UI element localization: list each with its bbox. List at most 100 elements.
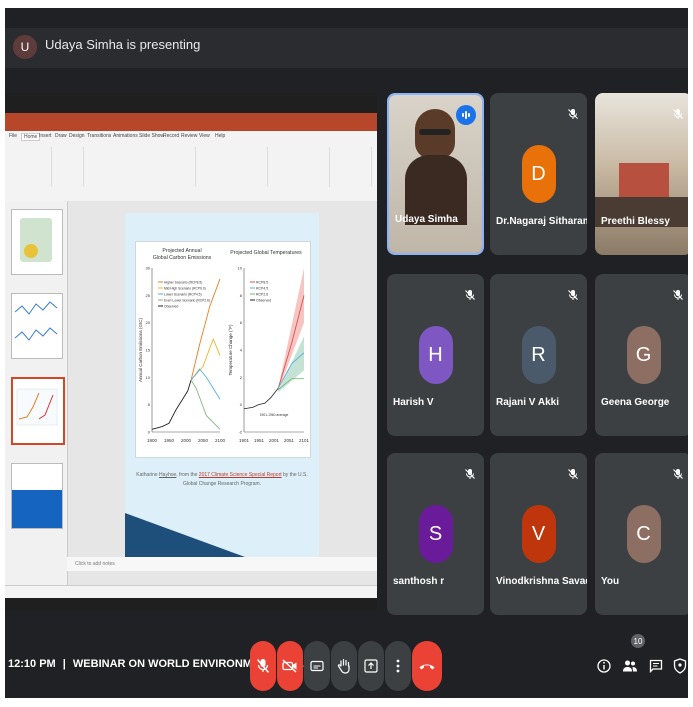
ribbon-group — [197, 147, 268, 187]
ribbon-group — [53, 147, 84, 187]
present-button[interactable] — [358, 641, 384, 691]
legend-label: RCP4.5 — [256, 287, 268, 291]
tick-label: -2 — [238, 430, 242, 435]
ribbon-tab: Help — [215, 133, 226, 139]
legend-label: Mid-High Scenario (RCP6.0) — [164, 287, 206, 291]
series-observed — [151, 379, 192, 430]
tick-label: 1901 — [239, 438, 250, 443]
chat-icon — [649, 659, 663, 673]
mic-off-icon — [256, 659, 270, 673]
participant-name: Vinodkrishna Savadi — [496, 576, 587, 587]
participant-tile[interactable]: Ssanthosh r — [387, 453, 484, 615]
tick-label: 6 — [240, 320, 243, 325]
tick-label: 2050 — [198, 438, 209, 443]
legend-label: Observed — [164, 305, 178, 309]
ribbon-tab: View — [199, 133, 210, 139]
slide-decoration — [125, 513, 245, 557]
participant-name: Udaya Simha — [395, 214, 458, 225]
participant-tile[interactable]: R Rajani V Akki — [490, 274, 587, 436]
series-line — [190, 368, 221, 400]
ribbon-group — [331, 147, 372, 187]
ribbon-tab: Animations — [113, 133, 138, 139]
tick-label: 1950 — [164, 438, 175, 443]
slide-thumbnail — [11, 209, 63, 275]
people-button[interactable] — [621, 656, 639, 676]
mic-off-icon — [672, 467, 684, 479]
camera-button[interactable] — [277, 641, 303, 691]
camera-off-icon — [282, 659, 297, 673]
participant-name: Preethi Blessy — [601, 216, 670, 227]
powerpoint-ribbon: File Home Insert Draw Design Transitions… — [5, 131, 377, 202]
mic-off-icon — [464, 467, 476, 479]
series-line — [190, 379, 221, 430]
raise-hand-button[interactable] — [331, 641, 357, 691]
info-icon — [597, 659, 611, 673]
tick-label: 8 — [240, 293, 243, 298]
mic-off-icon — [672, 288, 684, 300]
participant-name: santhosh r — [393, 576, 445, 587]
participant-avatar: D — [521, 145, 556, 203]
notes-field[interactable]: Click to add notes — [67, 557, 377, 571]
closed-captions-icon — [310, 660, 324, 672]
axis-label: Annual Carbon Emissions (GtC) — [138, 317, 143, 382]
participant-tile[interactable]: G Geena George — [595, 274, 688, 436]
legend-label: Even Lower Scenario (RCP2.6) — [164, 299, 210, 303]
tick-label: 2101 — [299, 438, 310, 443]
tick-label: 10 — [238, 266, 243, 271]
tick-label: 2 — [240, 375, 243, 380]
ribbon-tab-active: Home — [21, 133, 41, 141]
legend-label: Higher Scenario (RCP8.5) — [164, 281, 202, 285]
participant-avatar: V — [521, 505, 556, 563]
powerpoint-title-bar — [5, 113, 377, 131]
ribbon-tab: Review — [181, 133, 198, 139]
ribbon-tab: Draw — [55, 133, 67, 139]
tick-label: 30 — [146, 266, 151, 271]
caption-link[interactable]: 2017 Climate Science Special Report — [199, 472, 282, 478]
tick-label: 10 — [146, 375, 151, 380]
chart-title: Projected Global Temperatures — [230, 250, 302, 256]
shared-screen[interactable]: File Home Insert Draw Design Transitions… — [5, 93, 377, 610]
tick-label: 4 — [240, 348, 243, 353]
participant-avatar: S — [418, 505, 453, 563]
meeting-details-button[interactable] — [595, 656, 613, 676]
legend-label: Observed — [256, 299, 271, 303]
ribbon-group — [85, 147, 196, 187]
host-controls-button[interactable] — [671, 656, 688, 676]
participant-count-badge: 10 — [631, 634, 645, 648]
participant-tile[interactable]: V Vinodkrishna Savadi — [490, 453, 587, 615]
participant-tile[interactable]: C You — [595, 453, 688, 615]
tick-label: 25 — [146, 293, 151, 298]
tick-label: 5 — [148, 402, 151, 407]
participant-avatar: R — [521, 326, 556, 384]
chat-button[interactable] — [647, 656, 665, 676]
leave-call-button[interactable] — [412, 641, 442, 691]
climate-charts: Projected Annual Global Carbon Emissions P… — [135, 241, 311, 458]
ribbon-tab: Record — [163, 133, 180, 139]
ribbon-group — [269, 147, 330, 187]
slide-caption: Katharine Hayhoe, from the 2017 Climate … — [136, 472, 308, 487]
ribbon-tab: File — [9, 133, 18, 139]
meet-window: U Udaya Simha is presenting File Home In… — [5, 8, 688, 698]
mic-off-icon — [567, 288, 579, 300]
more-options-button[interactable] — [385, 641, 411, 691]
slide-thumbnails — [5, 201, 68, 587]
legend-label: RCP8.5 — [256, 281, 268, 285]
participant-avatar: C — [626, 505, 661, 563]
ribbon-group — [7, 147, 52, 187]
captions-button[interactable] — [304, 641, 330, 691]
mic-off-icon — [567, 107, 579, 119]
end-call-icon — [419, 664, 435, 670]
participant-tile[interactable]: D Dr.Nagaraj Sitharam — [490, 93, 587, 255]
legend-label: Lower Scenario (RCP4.5) — [164, 293, 202, 297]
microphone-button[interactable] — [250, 641, 276, 691]
chart-annotation: 1901-1960 average — [260, 413, 289, 417]
clock: 12:10 PM — [8, 658, 56, 670]
participant-tile[interactable]: Udaya Simha — [387, 93, 484, 255]
presenter-avatar: U — [13, 35, 37, 59]
slide-thumbnail — [11, 293, 63, 359]
powerpoint-status-bar — [5, 585, 377, 598]
thumbnail-chart-icon — [16, 388, 58, 426]
participant-tile[interactable]: Preethi Blessy — [595, 93, 688, 255]
ribbon-tab: Slide Show — [139, 133, 165, 139]
participant-tile[interactable]: H Harish V — [387, 274, 484, 436]
